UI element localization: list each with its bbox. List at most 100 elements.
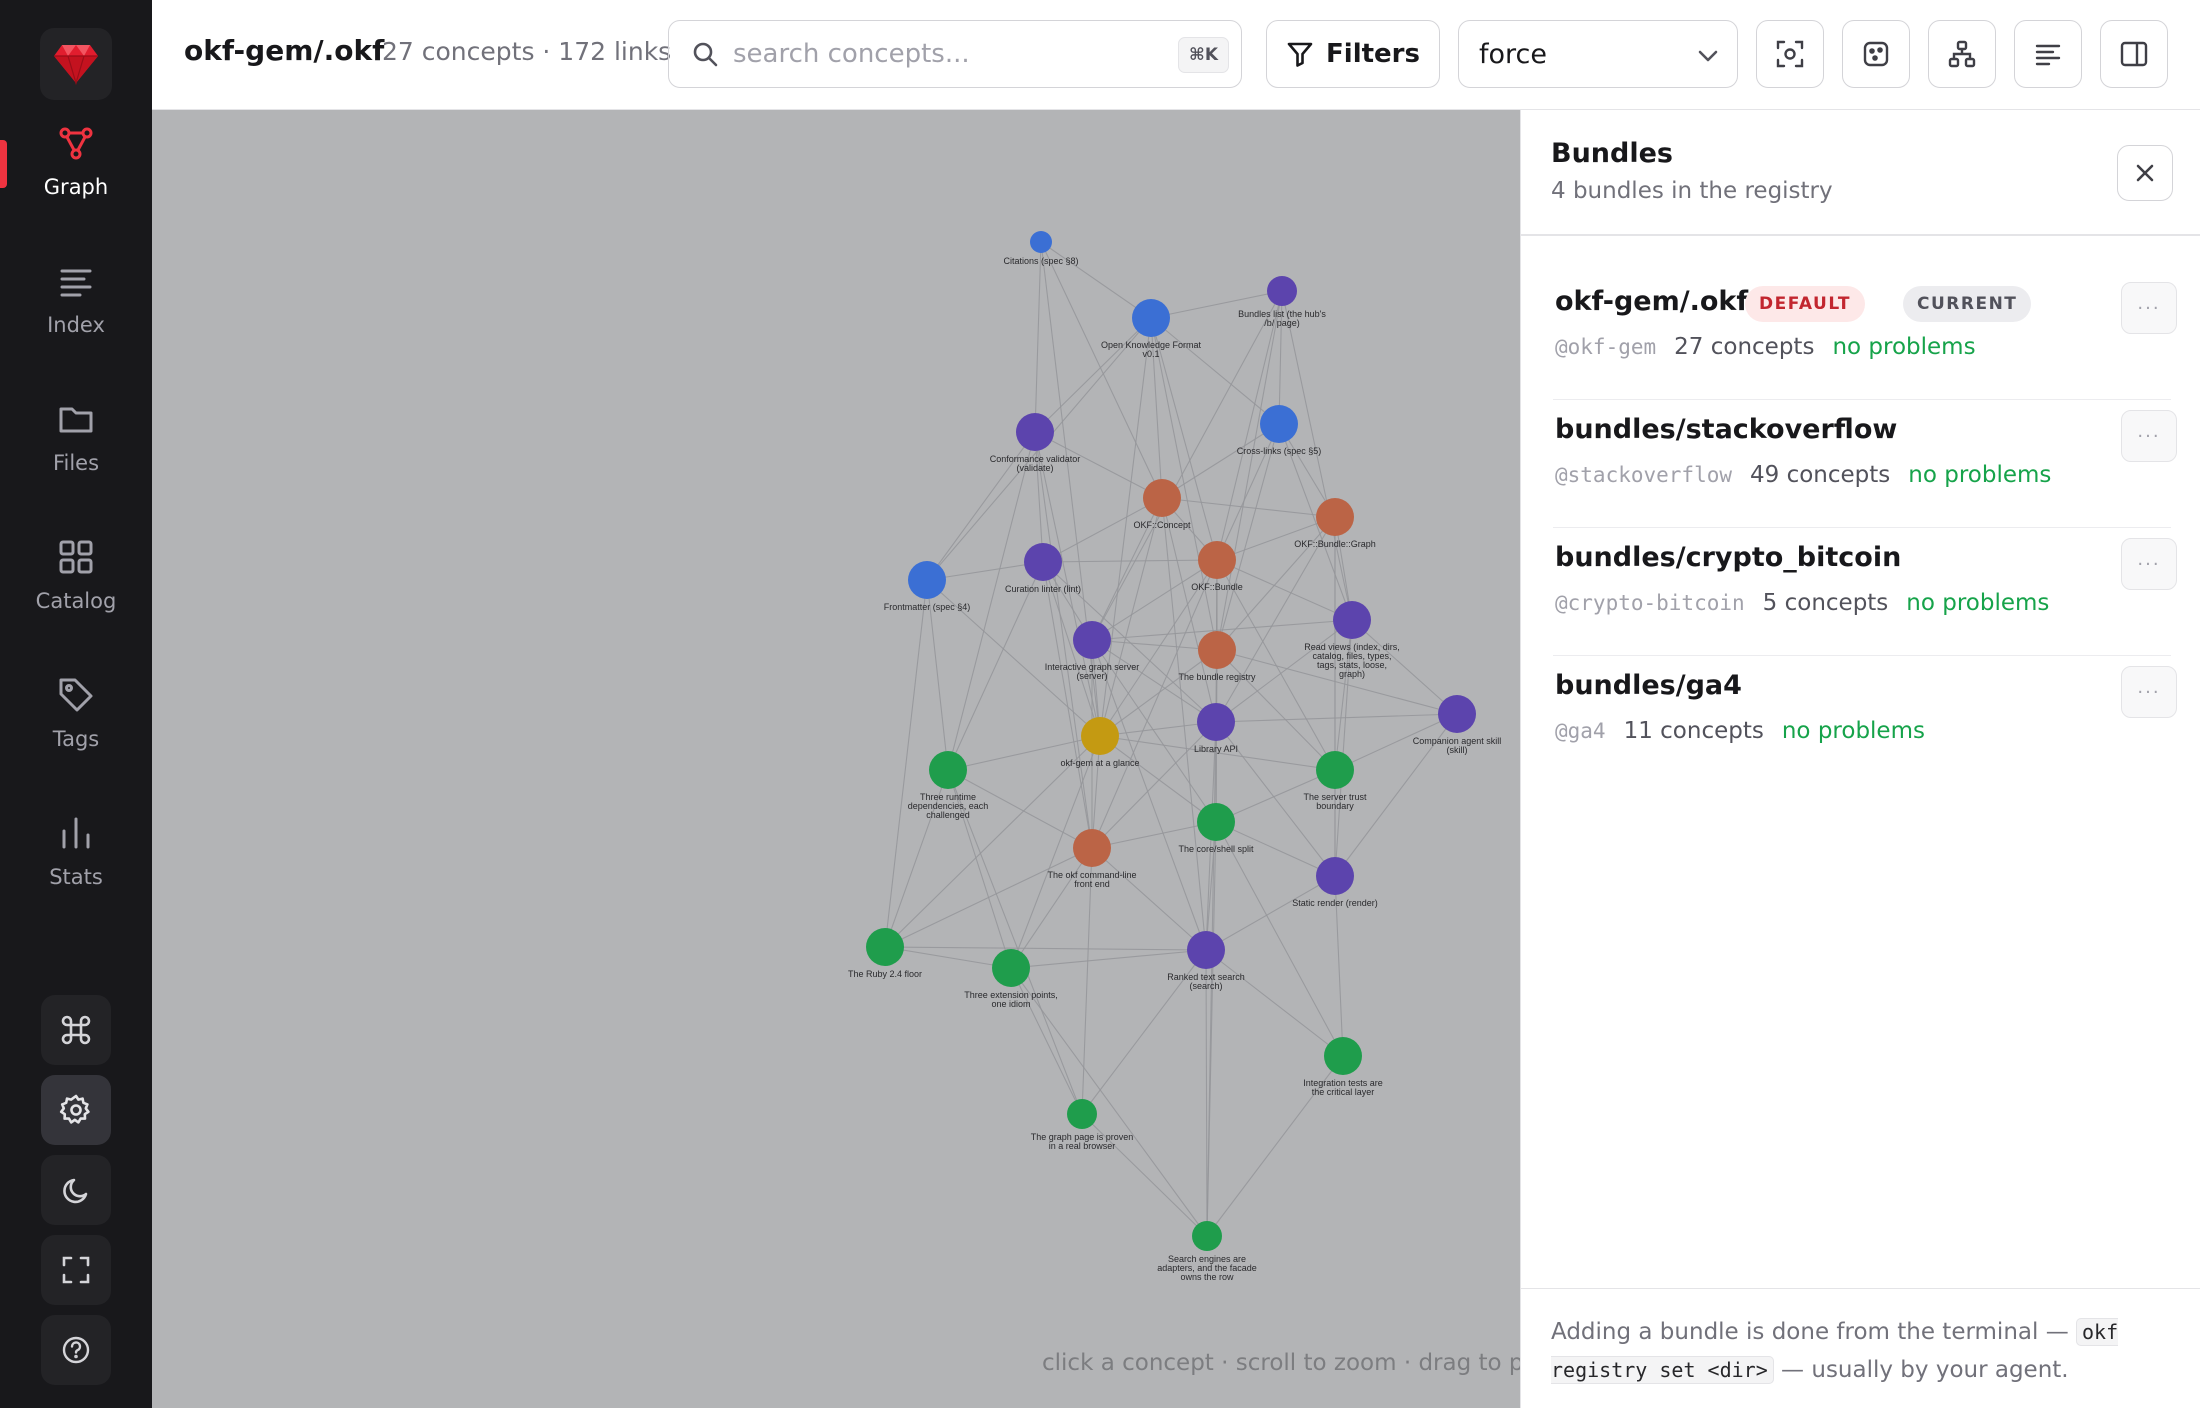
node-label: Static render (render) [1292,898,1378,908]
node-circle[interactable] [1197,803,1235,841]
node-circle[interactable] [1198,631,1236,669]
node-label: The bundle registry [1178,672,1256,682]
node-circle[interactable] [1267,276,1297,306]
bundle-row[interactable]: okf-gem/.okf DEFAULT CURRENT @okf-gem 27… [1553,272,2177,400]
graph-edge [1216,290,1283,651]
node-circle[interactable] [1016,413,1054,451]
search-icon [693,42,718,67]
node-circle[interactable] [908,561,946,599]
search-input[interactable] [733,39,1153,69]
top-bar: okf-gem/.okf 27 concepts · 172 links ⌘K … [152,0,2200,110]
graph-edge [884,579,928,948]
bundle-row[interactable]: bundles/ga4 @ga4 11 concepts no problems… [1553,656,2177,784]
node-circle[interactable] [1192,1221,1222,1251]
help-button[interactable] [41,1315,111,1385]
graph-node[interactable]: Static render (render) [1292,857,1378,908]
nav-label: Graph [43,175,109,199]
graph-node[interactable]: Ranked text search (search) [1167,931,1245,991]
focus-frame-icon [1776,40,1804,68]
node-circle[interactable] [1030,231,1052,253]
nav-stats[interactable]: Stats [0,792,152,912]
more-options-button[interactable]: ··· [2121,538,2177,590]
default-badge: DEFAULT [1745,286,1865,322]
node-circle[interactable] [1316,498,1354,536]
bundle-row[interactable]: bundles/crypto_bitcoin @crypto-bitcoin 5… [1553,528,2177,656]
graph-edge [1091,639,1207,951]
node-circle[interactable] [1143,479,1181,517]
node-circle[interactable] [1081,717,1119,755]
nav-files[interactable]: Files [0,378,152,498]
search-box[interactable]: ⌘K [668,20,1242,88]
graph-node[interactable]: Read views (index, dirs, catalog, files, … [1304,601,1400,679]
node-circle[interactable] [1073,829,1111,867]
graph-node[interactable]: Conformance validator (validate) [990,413,1081,473]
nav-graph[interactable]: Graph [0,102,152,222]
graph-node[interactable]: Curation linter (lint) [1005,543,1081,594]
more-options-button[interactable]: ··· [2121,666,2177,718]
concept-graph[interactable]: Citations (spec §8) Open Knowledge Format… [152,110,1520,1408]
fit-view-button[interactable] [1756,20,1824,88]
graph-node[interactable]: Companion agent skill (skill) [1413,695,1502,755]
node-circle[interactable] [1073,621,1111,659]
node-circle[interactable] [1197,703,1235,741]
node-label: OKF::Bundle [1191,582,1243,592]
settings-button[interactable] [41,1075,111,1145]
graph-node[interactable]: Frontmatter (spec §4) [884,561,971,612]
node-circle[interactable] [1316,857,1354,895]
node-circle[interactable] [1067,1099,1097,1129]
node-circle[interactable] [992,949,1030,987]
nav-tags[interactable]: Tags [0,654,152,774]
graph-node[interactable]: OKF::Bundle::Graph [1294,498,1376,549]
hierarchy-button[interactable] [1928,20,1996,88]
command-icon [61,1015,91,1045]
layout-select[interactable]: force [1458,20,1738,88]
nav-catalog[interactable]: Catalog [0,516,152,636]
node-circle[interactable] [1316,751,1354,789]
node-label: The server trust boundary [1303,792,1367,811]
node-circle[interactable] [1187,931,1225,969]
graph-node[interactable]: Interactive graph server (server) [1045,621,1140,681]
bundle-row[interactable]: bundles/stackoverflow @stackoverflow 49 … [1553,400,2177,528]
node-circle[interactable] [1333,601,1371,639]
node-circle[interactable] [1132,299,1170,337]
theme-toggle-button[interactable] [41,1155,111,1225]
graph-node[interactable]: Open Knowledge Format v0.1 [1101,299,1202,359]
graph-node[interactable]: The bundle registry [1178,631,1256,682]
node-circle[interactable] [866,928,904,966]
more-options-button[interactable]: ··· [2121,282,2177,334]
graph-node[interactable]: OKF::Concept [1133,479,1191,530]
graph-edge [884,847,1093,948]
toggle-panel-button[interactable] [2100,20,2168,88]
app-logo[interactable] [40,28,112,100]
graph-canvas[interactable]: Citations (spec §8) Open Knowledge Format… [152,110,1520,1408]
node-circle[interactable] [1438,695,1476,733]
graph-node[interactable]: The Ruby 2.4 floor [848,928,922,979]
graph-node[interactable]: Cross-links (spec §5) [1237,405,1322,456]
node-circle[interactable] [1324,1037,1362,1075]
graph-node[interactable]: Integration tests are the critical layer [1303,1037,1383,1097]
cluster-button[interactable] [1842,20,1910,88]
more-options-button[interactable]: ··· [2121,410,2177,462]
graph-edge [1034,431,1163,499]
graph-node[interactable]: Search engines are adapters, and the faca… [1157,1221,1257,1282]
node-circle[interactable] [1198,541,1236,579]
graph-node[interactable]: The graph page is proven in a real browse… [1031,1099,1134,1151]
node-circle[interactable] [929,751,967,789]
close-panel-button[interactable] [2117,145,2173,201]
node-circle[interactable] [1024,543,1062,581]
graph-edge [1150,317,1280,425]
graph-node[interactable]: Three extension points, one idiom [964,949,1058,1009]
graph-node[interactable]: Citations (spec §8) [1003,231,1079,266]
text-align-button[interactable] [2014,20,2082,88]
graph-edge [1091,847,1207,951]
nav-index[interactable]: Index [0,240,152,360]
bundle-meta: @stackoverflow 49 concepts no problems [1555,462,2051,488]
bundle-concept-count: 5 concepts [1762,590,1889,616]
bundle-name: bundles/stackoverflow [1555,414,1898,445]
graph-edge [1042,497,1163,563]
graph-node[interactable]: Bundles list (the hub's/b/ page) [1238,276,1326,328]
node-circle[interactable] [1260,405,1298,443]
fullscreen-button[interactable] [41,1235,111,1305]
command-palette-button[interactable] [41,995,111,1065]
filters-button[interactable]: Filters [1266,20,1440,88]
